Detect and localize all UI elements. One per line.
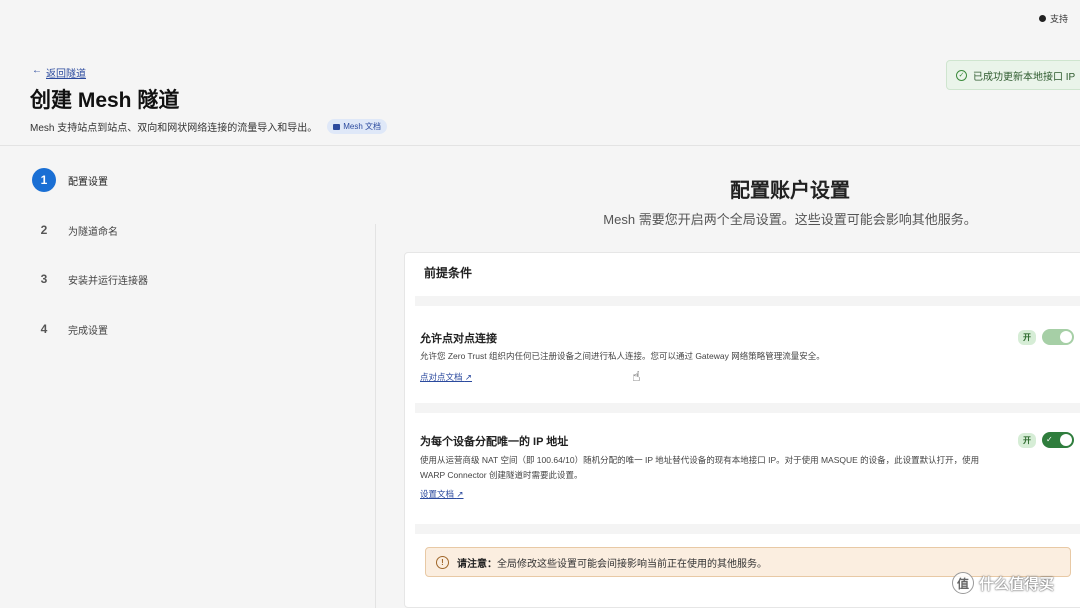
setting-description: 使用从运营商级 NAT 空间（即 100.64/10）随机分配的唯一 IP 地址… <box>420 455 980 480</box>
peer-to-peer-toggle[interactable] <box>1042 329 1074 345</box>
mesh-docs-label: Mesh 文档 <box>343 122 382 131</box>
back-link-label: 返回隧道 <box>46 69 86 80</box>
step-install-connector[interactable]: 3 安装并运行连接器 <box>32 267 148 291</box>
section-title: 配置账户设置 <box>730 180 850 202</box>
step-name-tunnel[interactable]: 2 为隧道命名 <box>32 218 118 242</box>
settings-docs-link[interactable]: 设置文档 ↗ <box>420 488 464 500</box>
check-circle-icon: ✓ <box>956 69 967 81</box>
setting-description: 允许您 Zero Trust 组织内任何已注册设备之间进行私人连接。您可以通过 … <box>420 351 825 361</box>
card-divider <box>415 524 1080 534</box>
support-icon <box>1038 15 1046 22</box>
step-configure[interactable]: 1 配置设置 <box>32 168 108 192</box>
peer-to-peer-docs-link[interactable]: 点对点文档 ↗ <box>420 371 472 383</box>
toast-message: 已成功更新本地接口 IP <box>973 71 1076 83</box>
step-label: 配置设置 <box>68 176 108 188</box>
watermark-text: 什么值得买 <box>979 575 1055 593</box>
header-divider <box>0 145 1080 146</box>
setting-title: 为每个设备分配唯一的 IP 地址 <box>420 436 569 448</box>
page-description-text: Mesh 支持站点到站点、双向和网状网络连接的流量导入和导出。 <box>30 123 318 134</box>
on-status-badge: 开 <box>1018 329 1036 345</box>
warning-bold: 请注意： <box>457 558 497 570</box>
step-label: 完成设置 <box>68 325 108 337</box>
support-label: 支持 <box>1049 14 1068 24</box>
card-divider <box>415 403 1080 413</box>
warning-message: 全局修改这些设置可能会间接影响当前正在使用的其他服务。 <box>497 558 767 570</box>
success-toast: ✓ 已成功更新本地接口 IP <box>946 60 1080 90</box>
section-subtitle: Mesh 需要您开启两个全局设置。这些设置可能会影响其他服务。 <box>603 212 977 227</box>
step-number: 4 <box>40 322 48 336</box>
card-divider <box>415 296 1080 306</box>
mesh-docs-link[interactable]: Mesh 文档 <box>327 119 388 134</box>
hand-cursor-icon: ☝ <box>632 368 641 384</box>
toggle-group: 开 <box>1018 329 1074 345</box>
external-link-icon: ↗ <box>464 372 473 382</box>
watermark-logo-icon: 值 <box>952 572 974 594</box>
toggle-knob <box>1060 331 1072 343</box>
step-number: 1 <box>32 168 56 192</box>
toggle-knob <box>1060 434 1072 446</box>
external-link-icon: ↗ <box>456 489 464 499</box>
step-finish[interactable]: 4 完成设置 <box>32 317 108 341</box>
warning-icon: ! <box>436 555 449 569</box>
back-arrow-icon: ← <box>32 65 42 76</box>
page-title: 创建 Mesh 隧道 <box>30 89 180 112</box>
back-to-tunnels-link[interactable]: ← 返回隧道 <box>32 65 86 80</box>
step-number: 2 <box>40 223 48 237</box>
step-number: 3 <box>40 272 48 286</box>
page-description: Mesh 支持站点到站点、双向和网状网络连接的流量导入和导出。 Mesh 文档 <box>30 119 388 134</box>
toggle-group: 开 ✓ <box>1018 432 1074 448</box>
steps-divider <box>375 224 376 608</box>
setting-title: 允许点对点连接 <box>420 333 497 345</box>
on-status-badge: 开 <box>1018 432 1036 448</box>
link-label: 点对点文档 <box>420 372 463 382</box>
book-icon <box>333 123 341 130</box>
card-heading: 前提条件 <box>424 266 473 280</box>
step-label: 为隧道命名 <box>68 226 118 238</box>
warning-text: 请注意：全局修改这些设置可能会间接影响当前正在使用的其他服务。 <box>457 555 767 570</box>
unique-ip-toggle[interactable]: ✓ <box>1042 432 1074 448</box>
support-link[interactable]: 支持 <box>1038 12 1068 25</box>
link-label: 设置文档 <box>420 489 455 499</box>
step-label: 安装并运行连接器 <box>68 275 148 287</box>
watermark: 值 什么值得买 <box>952 572 1054 594</box>
check-icon: ✓ <box>1046 435 1053 444</box>
